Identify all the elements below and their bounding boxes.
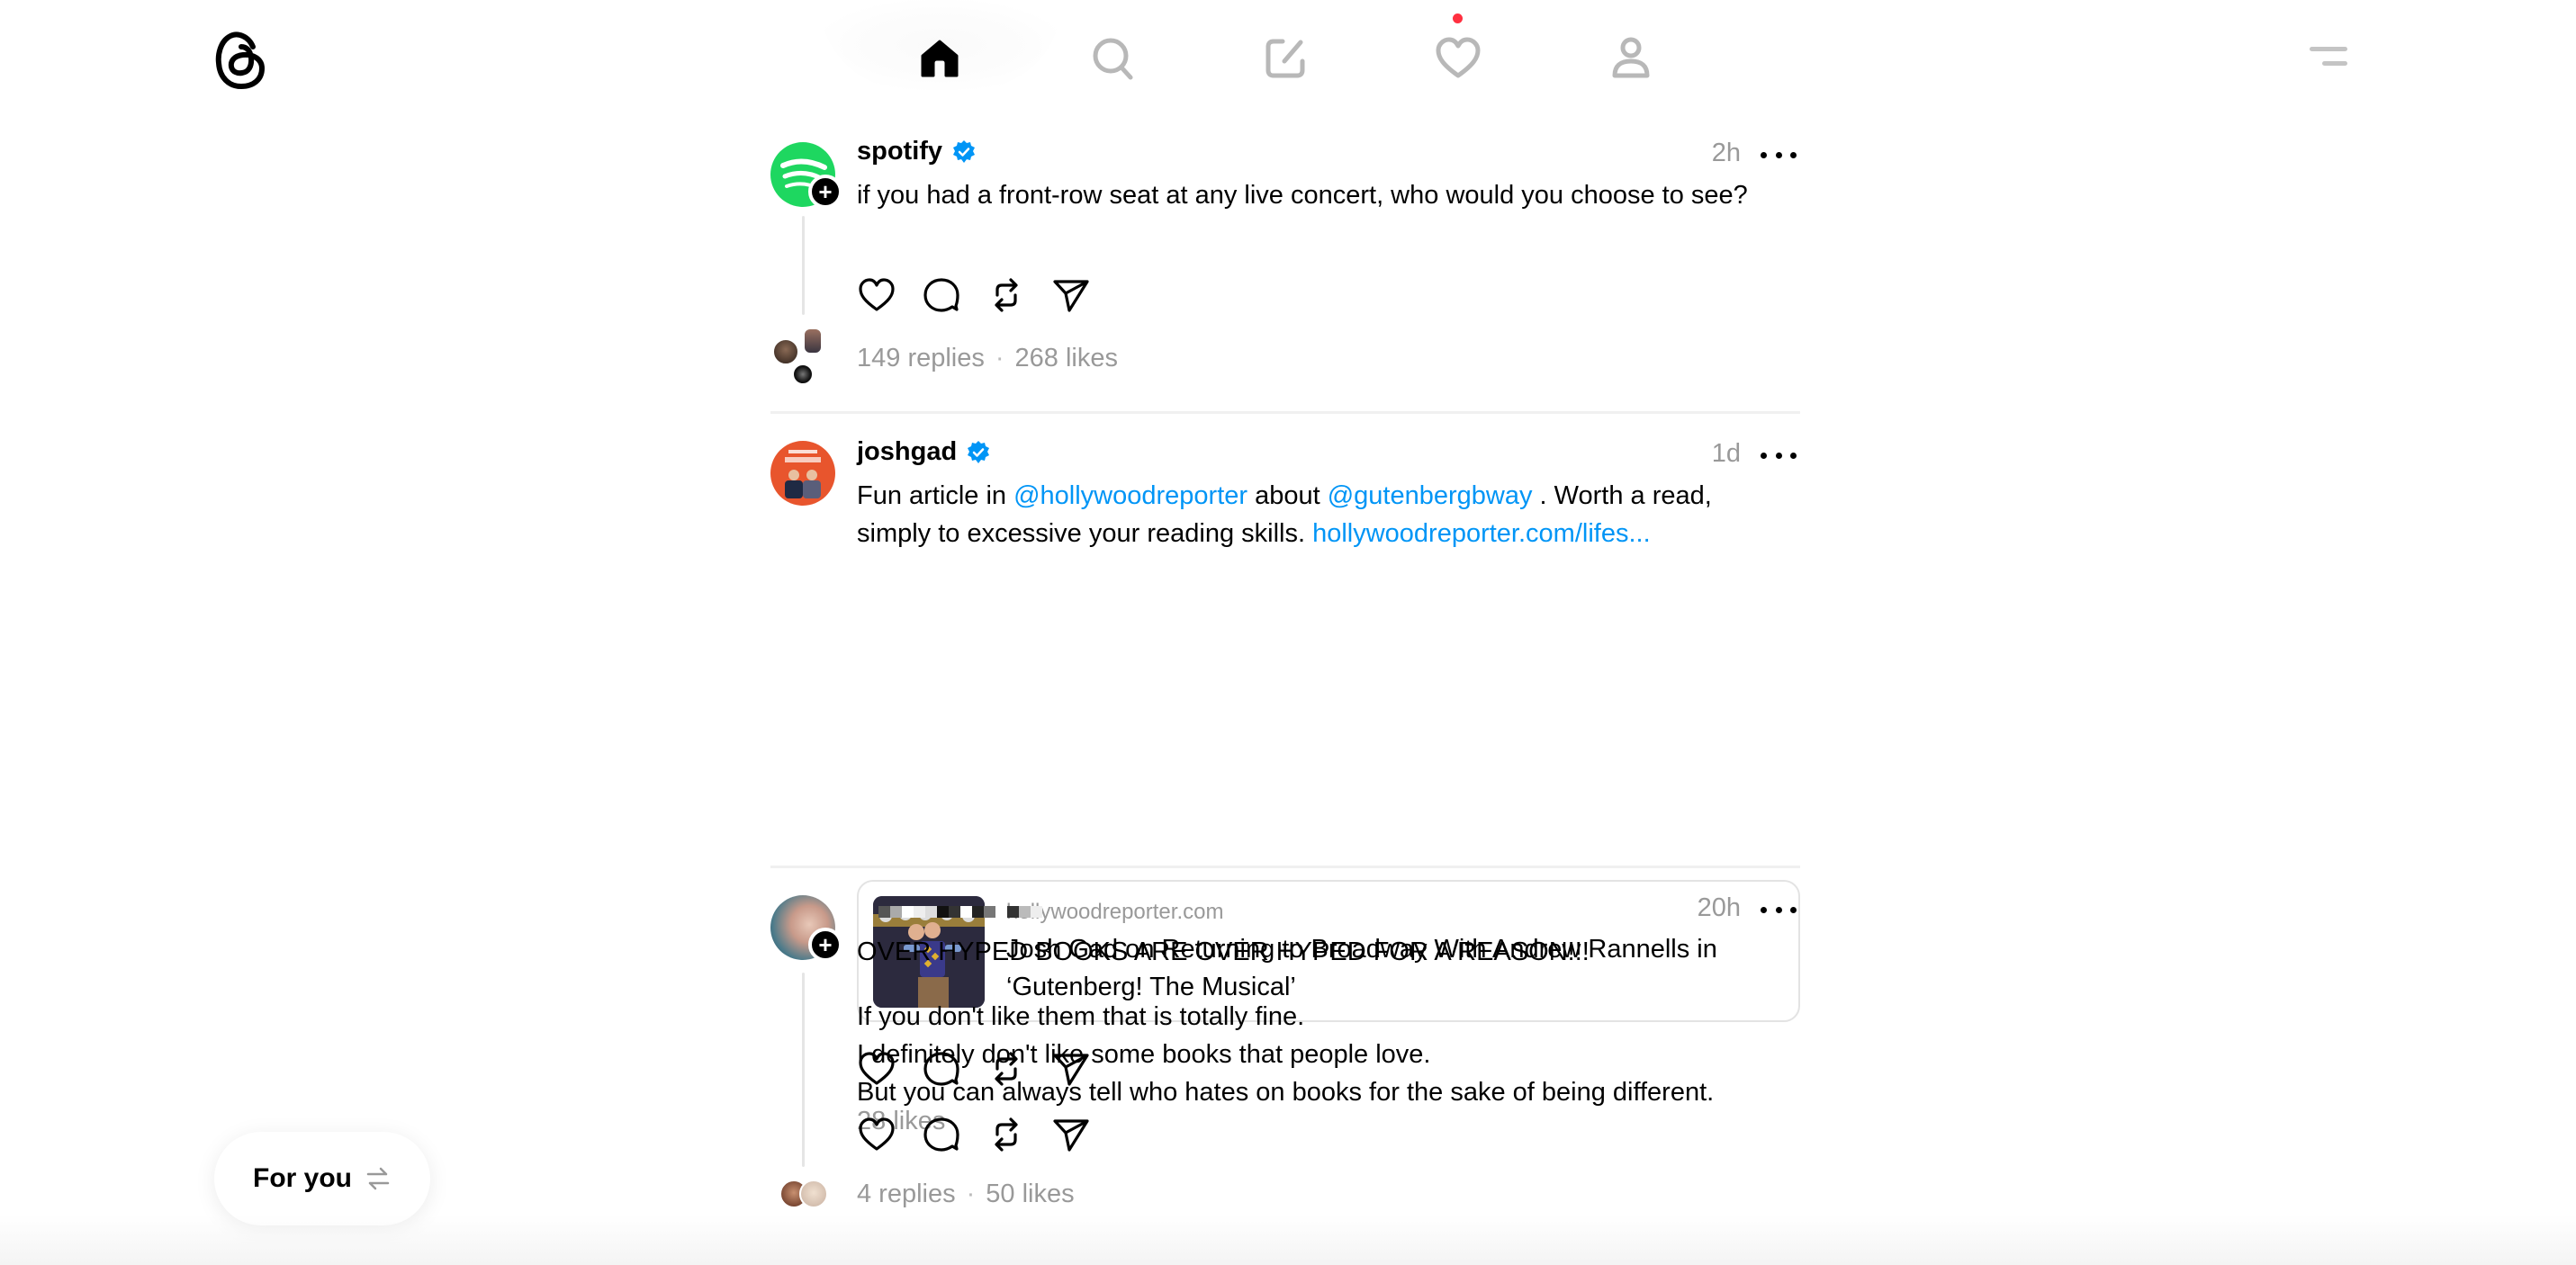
notification-dot: [1453, 13, 1463, 23]
post-body: If you don't like them that is totally f…: [857, 998, 1766, 1111]
send-icon: [1053, 1119, 1089, 1152]
post-line: I definitely don't like some books that …: [857, 1040, 1431, 1069]
thread-line: [802, 216, 805, 315]
repost-button[interactable]: [986, 1115, 1026, 1154]
more-options-button[interactable]: [1761, 446, 1797, 464]
stats-separator: ·: [966, 1180, 976, 1208]
comment-icon: [923, 278, 959, 312]
feed-switcher-button[interactable]: For you: [214, 1132, 430, 1225]
replier-avatar: [803, 327, 823, 354]
stats-separator: ·: [995, 344, 1004, 372]
username-redacted[interactable]: [878, 902, 1042, 920]
like-button[interactable]: [857, 1115, 896, 1154]
replies-count[interactable]: 149 replies: [857, 344, 985, 373]
replier-avatar: [799, 1180, 828, 1208]
thread-line: [802, 973, 805, 1167]
menu-icon-bar: [2322, 61, 2347, 66]
username[interactable]: joshgad: [857, 437, 957, 467]
more-options-button[interactable]: [1761, 146, 1797, 164]
share-button[interactable]: [1051, 1115, 1091, 1154]
nav-profile[interactable]: [1595, 27, 1667, 90]
post-headline: OVER HYPED BOOKS ARE OVER HYPED FOR A RE…: [857, 938, 1590, 966]
verified-badge-icon: [953, 139, 976, 163]
top-header: [0, 0, 2576, 117]
post-stats: 4 replies · 50 likes: [857, 1180, 1075, 1209]
username-row: spotify: [857, 137, 977, 166]
follow-plus-button[interactable]: +: [808, 928, 842, 962]
search-icon: [1093, 38, 1133, 80]
mention-link[interactable]: @hollywoodreporter: [1013, 481, 1247, 510]
username[interactable]: spotify: [857, 137, 942, 166]
text-segment: about: [1247, 481, 1328, 510]
nav-activity[interactable]: [1422, 27, 1494, 90]
more-options-button[interactable]: [1761, 901, 1797, 919]
post-actions: [857, 275, 1091, 315]
repost-icon: [995, 1117, 1018, 1152]
verified-badge-icon: [968, 440, 990, 463]
post-time: 1d: [1711, 439, 1741, 468]
username-row: joshgad: [857, 437, 991, 467]
likes-count[interactable]: 268 likes: [1015, 344, 1118, 373]
post-time: 2h: [1711, 139, 1741, 167]
nav-home[interactable]: [904, 27, 976, 90]
post[interactable]: + 20h OVER HYPED BOOKS ARE OVER HYPED FO…: [770, 868, 1800, 1262]
avatar-image: [785, 450, 821, 498]
replies-count[interactable]: 4 replies: [857, 1180, 956, 1209]
url-link[interactable]: hollywoodreporter.com/lifes...: [1312, 519, 1651, 548]
post-text: if you had a front-row seat at any live …: [857, 181, 1748, 210]
repost-button[interactable]: [986, 275, 1026, 315]
avatar-joshgad[interactable]: [770, 441, 835, 506]
like-button[interactable]: [857, 275, 896, 315]
nav-search[interactable]: [1076, 27, 1148, 90]
swap-arrows-icon: [366, 1167, 390, 1190]
follow-plus-button[interactable]: +: [808, 175, 842, 209]
post-line: But you can always tell who hates on boo…: [857, 1078, 1715, 1107]
share-button[interactable]: [1051, 275, 1091, 315]
nav-create[interactable]: [1249, 27, 1321, 90]
feed: + spotify 2h if you had a front-row seat…: [770, 117, 1800, 1262]
repost-icon: [995, 278, 1018, 312]
menu-icon: [2310, 47, 2347, 51]
post[interactable]: + spotify 2h if you had a front-row seat…: [770, 117, 1800, 414]
heart-icon: [1436, 37, 1481, 78]
text-segment: Fun article in: [857, 481, 1014, 510]
reply-button[interactable]: [922, 1115, 961, 1154]
post-stats: 149 replies · 268 likes: [857, 344, 1118, 373]
feed-switcher-label: For you: [253, 1163, 352, 1193]
reply-button[interactable]: [922, 275, 961, 315]
menu-button[interactable]: [2304, 40, 2355, 76]
home-icon: [921, 40, 959, 77]
post-line: If you don't like them that is totally f…: [857, 1002, 1305, 1031]
post-time: 20h: [1697, 893, 1741, 922]
compose-icon: [1265, 39, 1305, 78]
post-text: Fun article in @hollywoodreporter about …: [857, 477, 1766, 552]
send-icon: [1053, 280, 1089, 312]
user-icon: [1612, 37, 1650, 78]
heart-icon: [859, 1117, 895, 1151]
post-actions: [857, 1115, 1091, 1154]
replier-avatar: [772, 338, 799, 365]
comment-icon: [923, 1117, 959, 1152]
post[interactable]: joshgad 1d Fun article in @hollywoodrepo…: [770, 414, 1800, 1135]
mention-link[interactable]: @gutenbergbway: [1328, 481, 1533, 510]
likes-count[interactable]: 50 likes: [986, 1180, 1074, 1209]
main-nav: [0, 0, 2576, 117]
replier-avatar: [792, 363, 814, 385]
heart-icon: [859, 278, 895, 311]
